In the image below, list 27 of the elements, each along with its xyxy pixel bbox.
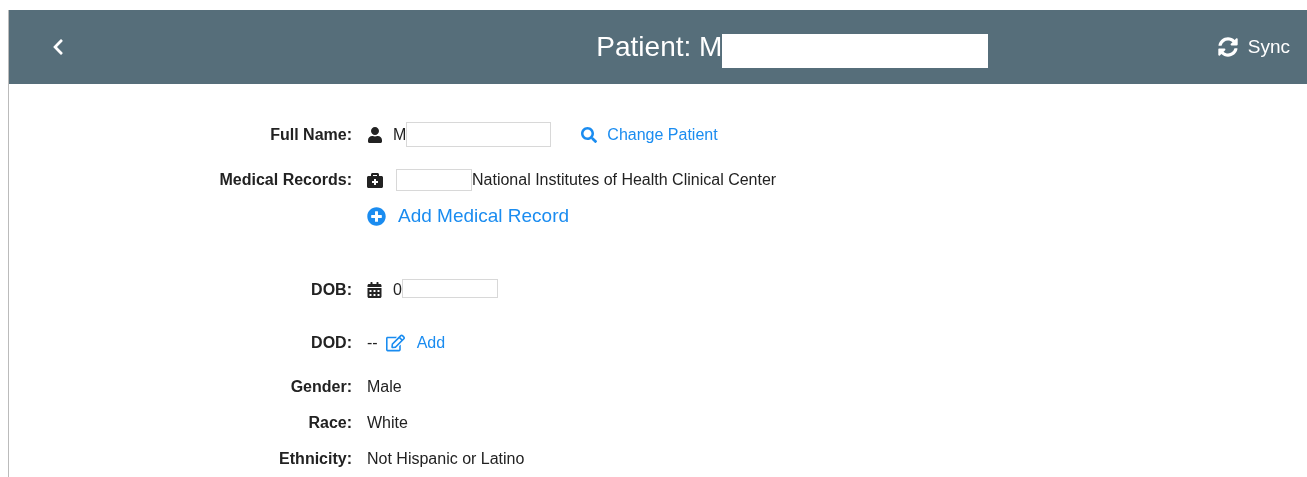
field-label: DOB: bbox=[310, 280, 352, 300]
field-label: Full Name: bbox=[269, 124, 352, 145]
field-value: Male bbox=[367, 378, 402, 395]
field-value: National Institutes of Health Clinical Center bbox=[472, 169, 777, 190]
add-link[interactable]: Add bbox=[385, 330, 446, 355]
change-patient-link[interactable]: Change Patient bbox=[581, 122, 718, 147]
add-medical-record-link[interactable]: Add Medical Record bbox=[367, 201, 570, 231]
field-label: Gender: bbox=[289, 377, 352, 397]
search-icon bbox=[581, 126, 598, 143]
field-value: Not Hispanic or Latino bbox=[367, 450, 525, 467]
field-value: -- bbox=[367, 332, 378, 353]
field-label: DOD: bbox=[310, 332, 352, 353]
sync-button[interactable]: Sync bbox=[1217, 32, 1290, 62]
user-icon bbox=[367, 126, 383, 143]
page-title: Patient: M bbox=[596, 33, 723, 61]
field-label: Race: bbox=[307, 413, 352, 433]
medical-kit-icon bbox=[367, 171, 383, 188]
field-value: M bbox=[393, 124, 407, 145]
edit-icon bbox=[385, 333, 405, 352]
back-icon bbox=[51, 38, 65, 56]
add-icon bbox=[367, 206, 386, 226]
field-label: Ethnicity: bbox=[278, 449, 352, 469]
sync-icon bbox=[1217, 37, 1238, 57]
calendar-icon bbox=[367, 282, 382, 298]
field-label: Medical Records: bbox=[218, 169, 352, 190]
field-value: White bbox=[367, 414, 408, 431]
field-value: 0 bbox=[393, 280, 402, 300]
